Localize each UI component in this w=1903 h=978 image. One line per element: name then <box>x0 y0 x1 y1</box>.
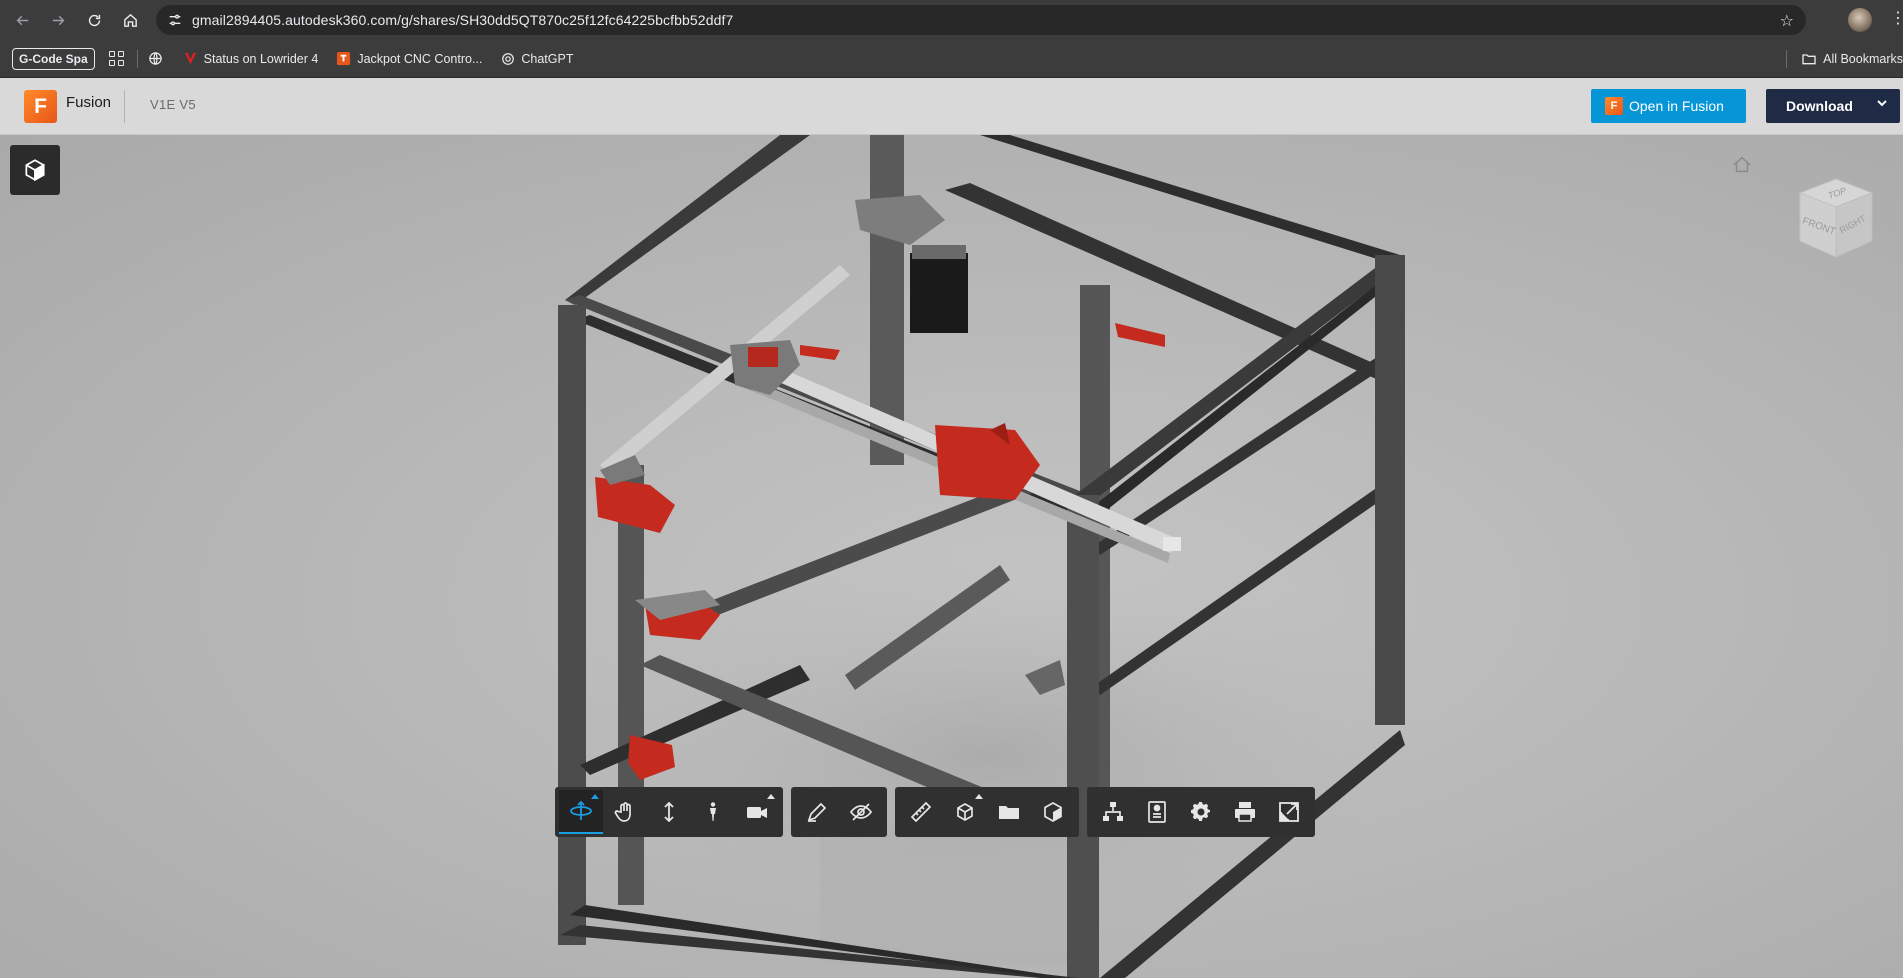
bookmark-item-chatgpt[interactable]: ChatGPT <box>500 51 573 66</box>
cube-icon <box>25 159 45 182</box>
address-bar[interactable]: gmail2894405.autodesk360.com/g/shares/SH… <box>156 5 1806 35</box>
app-header: F Fusion V1E V5 F Open in Fusion Downloa… <box>0 78 1903 135</box>
folder-button[interactable] <box>987 790 1031 834</box>
profile-avatar[interactable] <box>1848 8 1872 32</box>
bookmark-label: Status on Lowrider 4 <box>203 51 319 66</box>
explode-icon <box>957 803 973 821</box>
properties-button[interactable] <box>1135 790 1179 834</box>
folder-icon <box>999 806 1019 819</box>
bookmark-item-jackpot[interactable]: Jackpot CNC Contro... <box>336 51 482 66</box>
camera-menu-indicator <box>767 794 775 799</box>
measure-icon <box>910 801 932 823</box>
pan-button[interactable] <box>603 790 647 834</box>
pan-icon <box>614 802 631 822</box>
camera-icon <box>747 807 767 818</box>
fullscreen-button[interactable] <box>1267 790 1311 834</box>
bookmark-item-lowrider[interactable]: Status on Lowrider 4 <box>183 51 319 66</box>
arrow-right-icon <box>52 15 64 25</box>
visibility-button[interactable] <box>839 790 883 834</box>
model-tools <box>895 787 1079 837</box>
bookmark-star-icon[interactable]: ☆ <box>1780 11 1794 31</box>
model-browser-button[interactable] <box>10 145 60 195</box>
explode-button[interactable] <box>943 790 987 834</box>
menu-kebab-icon[interactable]: ⋮ <box>1890 10 1903 28</box>
chatgpt-icon <box>500 51 515 66</box>
markup-tools <box>791 787 887 837</box>
bookmark-chip[interactable]: G-Code Spa <box>12 47 95 70</box>
bookmark-globe[interactable] <box>148 51 169 66</box>
zoom-button[interactable] <box>647 790 691 834</box>
visibility-icon <box>849 803 873 821</box>
header-divider <box>124 90 125 123</box>
app-name: Fusion <box>66 94 112 111</box>
settings-icon <box>1191 802 1210 821</box>
home-button[interactable] <box>112 2 148 38</box>
first-person-icon <box>710 802 716 821</box>
fullscreen-icon <box>1279 802 1299 822</box>
fusion-logo-icon: F <box>1605 97 1623 115</box>
back-button[interactable] <box>4 2 40 38</box>
arrow-left-icon <box>16 15 28 25</box>
orbit-menu-indicator <box>591 794 599 799</box>
model-viewport[interactable]: TOP FRONT RIGHT <box>0 135 1903 978</box>
apps-grid-icon[interactable] <box>107 49 127 69</box>
zoom-icon <box>664 801 674 823</box>
v1-logo-icon <box>183 51 198 66</box>
browser-toolbar: gmail2894405.autodesk360.com/g/shares/SH… <box>0 0 1903 40</box>
section-icon <box>1044 802 1062 822</box>
open-in-fusion-label: Open in Fusion <box>1629 98 1724 114</box>
site-info-icon[interactable] <box>160 5 190 35</box>
printer-frame-model[interactable] <box>0 135 1903 978</box>
bookmarks-divider <box>1786 50 1788 68</box>
all-bookmarks-label: All Bookmarks <box>1823 52 1903 66</box>
bookmark-label: Jackpot CNC Contro... <box>357 51 483 66</box>
download-label: Download <box>1786 98 1853 114</box>
all-bookmarks[interactable]: All Bookmarks <box>1786 40 1903 78</box>
bookmark-label: ChatGPT <box>521 51 574 66</box>
viewer-settings-tools <box>1087 787 1315 837</box>
print-button[interactable] <box>1223 790 1267 834</box>
settings-button[interactable] <box>1179 790 1223 834</box>
open-in-fusion-button[interactable]: F Open in Fusion <box>1591 89 1746 123</box>
reload-icon <box>88 14 100 26</box>
viewer-toolbar <box>555 787 1323 837</box>
bookmarks-bar: G-Code Spa Status on Lowrider 4 Jackpot … <box>0 40 1903 78</box>
folder-icon <box>1801 51 1817 67</box>
model-browser-icon <box>1103 802 1123 821</box>
measure-button[interactable] <box>899 790 943 834</box>
reload-button[interactable] <box>76 2 112 38</box>
model-browser-tool-button[interactable] <box>1091 790 1135 834</box>
jackpot-icon <box>336 51 351 66</box>
forward-button[interactable] <box>40 2 76 38</box>
section-button[interactable] <box>1031 790 1075 834</box>
home-icon <box>123 13 137 27</box>
download-button[interactable]: Download <box>1766 89 1900 123</box>
markup-button[interactable] <box>795 790 839 834</box>
properties-icon <box>1148 801 1166 823</box>
markup-icon <box>807 802 827 822</box>
print-icon <box>1235 802 1255 822</box>
view-cube[interactable]: TOP FRONT RIGHT <box>1796 175 1876 261</box>
home-view-icon[interactable] <box>1731 154 1753 176</box>
fusion-logo: F <box>24 90 57 123</box>
globe-icon <box>148 51 163 66</box>
orbit-button[interactable] <box>559 790 603 834</box>
explode-menu-indicator <box>975 794 983 799</box>
first-person-button[interactable] <box>691 790 735 834</box>
navigation-tools <box>555 787 783 837</box>
document-title: V1E V5 <box>150 97 196 112</box>
camera-button[interactable] <box>735 790 779 834</box>
orbit-icon <box>570 800 592 820</box>
url-text: gmail2894405.autodesk360.com/g/shares/SH… <box>192 12 734 28</box>
chevron-down-icon[interactable] <box>1876 97 1888 109</box>
bookmarks-divider <box>136 49 138 68</box>
